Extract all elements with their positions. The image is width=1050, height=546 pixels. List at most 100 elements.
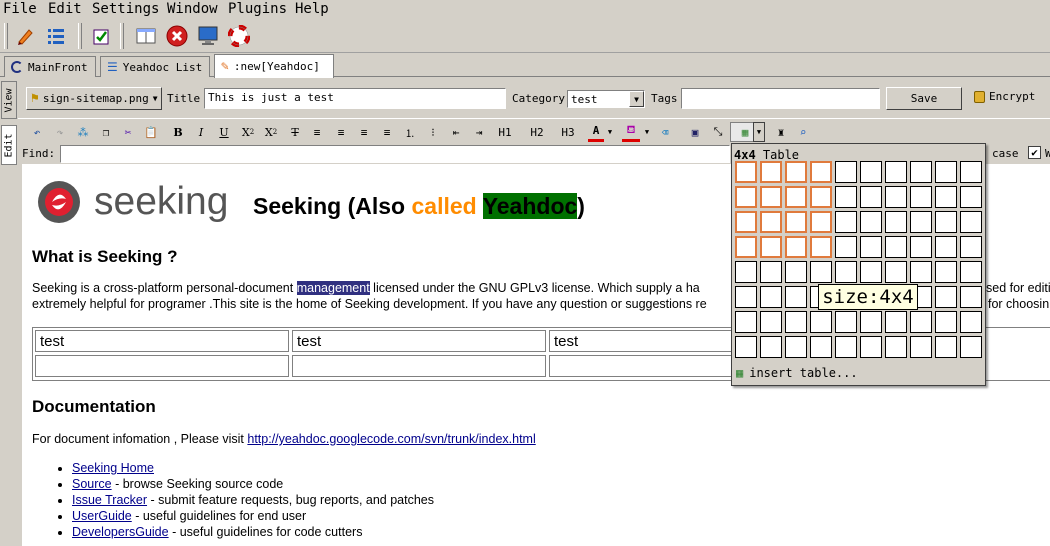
table-grid-cell[interactable] xyxy=(935,211,957,233)
table-grid-cell[interactable] xyxy=(960,161,982,183)
menu-settings[interactable]: Settings xyxy=(92,1,159,17)
table-grid-cell[interactable] xyxy=(760,186,782,208)
lifebuoy-icon[interactable] xyxy=(226,23,252,49)
undo-icon[interactable]: ↶ xyxy=(28,122,46,142)
table-grid-cell[interactable] xyxy=(885,161,907,183)
table-grid-cell[interactable] xyxy=(760,211,782,233)
table-grid-cell[interactable] xyxy=(935,186,957,208)
stop-icon[interactable] xyxy=(164,23,190,49)
table-grid-cell[interactable] xyxy=(810,336,832,358)
table-grid-cell[interactable] xyxy=(910,211,932,233)
tags-input[interactable] xyxy=(681,88,880,109)
list-link[interactable]: UserGuide xyxy=(72,509,132,523)
table-grid-cell[interactable] xyxy=(735,211,757,233)
table-cell[interactable]: test xyxy=(35,330,289,352)
table-grid-cell[interactable] xyxy=(860,211,882,233)
table-grid-cell[interactable] xyxy=(785,161,807,183)
table-grid-cell[interactable] xyxy=(735,286,757,308)
align-right-icon[interactable]: ≡ xyxy=(380,122,394,142)
table-grid-cell[interactable] xyxy=(885,261,907,283)
checklist-icon[interactable] xyxy=(88,23,114,49)
table-grid-cell[interactable] xyxy=(760,336,782,358)
table-grid-cell[interactable] xyxy=(835,186,857,208)
outdent-icon[interactable]: ⇤ xyxy=(448,122,464,142)
table-grid-cell[interactable] xyxy=(810,236,832,258)
table-cell[interactable]: test xyxy=(292,330,546,352)
menu-plugins[interactable]: Plugins xyxy=(228,1,287,17)
table-grid-cell[interactable] xyxy=(735,186,757,208)
list-link[interactable]: Issue Tracker xyxy=(72,493,147,507)
category-select[interactable]: test ▼ xyxy=(567,90,645,108)
h3-button[interactable]: H3 xyxy=(559,122,577,142)
menu-window[interactable]: Window xyxy=(167,1,218,17)
documentation-link[interactable]: http://yeahdoc.googlecode.com/svn/trunk/… xyxy=(247,432,535,446)
table-grid-cell[interactable] xyxy=(835,261,857,283)
menu-file[interactable]: File xyxy=(3,1,37,17)
table-grid-cell[interactable] xyxy=(910,161,932,183)
table-grid-cell[interactable] xyxy=(960,336,982,358)
template-dropdown-button[interactable]: ⚑ sign-sitemap.png ▼ xyxy=(26,87,162,110)
table-grid-cell[interactable] xyxy=(735,311,757,333)
list-link[interactable]: Seeking Home xyxy=(72,461,154,475)
table-grid-cell[interactable] xyxy=(935,236,957,258)
table-grid-cell[interactable] xyxy=(960,311,982,333)
table-grid-cell[interactable] xyxy=(860,161,882,183)
fullscreen-icon[interactable]: ⤡ xyxy=(709,122,727,142)
tree-icon[interactable]: ⁂ xyxy=(74,122,92,142)
table-grid-cell[interactable] xyxy=(835,211,857,233)
table-grid-cell[interactable] xyxy=(935,286,957,308)
copy-icon[interactable]: ❐ xyxy=(98,122,114,142)
table-grid-cell[interactable] xyxy=(885,211,907,233)
table-grid-cell[interactable] xyxy=(810,186,832,208)
table-grid-cell[interactable] xyxy=(860,311,882,333)
toolbar-grip[interactable] xyxy=(120,23,124,49)
table-grid-cell[interactable] xyxy=(785,261,807,283)
table-grid-cell[interactable] xyxy=(835,236,857,258)
format-painter-icon[interactable]: ♜ xyxy=(772,122,790,142)
font-color-icon[interactable]: A xyxy=(588,122,604,142)
pencil-icon[interactable] xyxy=(12,23,38,49)
align-center-icon[interactable]: ≡ xyxy=(357,122,371,142)
table-grid-cell[interactable] xyxy=(760,261,782,283)
table-grid-cell[interactable] xyxy=(885,186,907,208)
table-grid-cell[interactable] xyxy=(735,261,757,283)
underline-button[interactable]: U xyxy=(217,122,231,142)
eraser-icon[interactable]: ⌫ xyxy=(656,122,674,142)
redo-icon[interactable]: ↷ xyxy=(51,122,69,142)
table-grid-cell[interactable] xyxy=(785,236,807,258)
h2-button[interactable]: H2 xyxy=(528,122,546,142)
chevron-down-icon[interactable]: ▼ xyxy=(642,122,652,142)
table-grid-cell[interactable] xyxy=(935,311,957,333)
insert-table-link[interactable]: ▦ insert table... xyxy=(736,366,858,380)
list-link[interactable]: DevelopersGuide xyxy=(72,525,169,539)
strikethrough-icon[interactable]: T xyxy=(288,122,302,142)
chevron-down-icon[interactable]: ▼ xyxy=(753,122,765,142)
table-cell[interactable] xyxy=(35,355,289,377)
table-grid-cell[interactable] xyxy=(885,236,907,258)
save-button[interactable]: Save xyxy=(886,87,962,110)
toolbar-grip[interactable] xyxy=(4,23,8,49)
align-left-icon[interactable]: ≡ xyxy=(334,122,348,142)
list-icon[interactable] xyxy=(43,23,69,49)
fill-color-icon[interactable]: ⛾ xyxy=(622,122,640,142)
table-size-grid[interactable] xyxy=(735,161,985,361)
bold-button[interactable]: B xyxy=(171,122,185,142)
chevron-down-icon[interactable]: ▼ xyxy=(629,91,644,107)
table-grid-cell[interactable] xyxy=(785,211,807,233)
paste-icon[interactable]: 📋 xyxy=(142,122,160,142)
chevron-down-icon[interactable]: ▼ xyxy=(605,122,615,142)
indent-icon[interactable]: ⇥ xyxy=(471,122,487,142)
encrypt-toggle[interactable]: Encrypt xyxy=(974,90,1035,103)
table-grid-cell[interactable] xyxy=(835,161,857,183)
table-grid-cell[interactable] xyxy=(960,186,982,208)
table-grid-cell[interactable] xyxy=(810,211,832,233)
table-grid-cell[interactable] xyxy=(910,311,932,333)
superscript-button[interactable]: X2 xyxy=(263,122,279,142)
side-tab-edit[interactable]: Edit xyxy=(1,125,17,165)
table-grid-cell[interactable] xyxy=(910,336,932,358)
table-grid-cell[interactable] xyxy=(885,311,907,333)
table-grid-cell[interactable] xyxy=(860,186,882,208)
table-grid-cell[interactable] xyxy=(810,261,832,283)
image-icon[interactable]: ▣ xyxy=(686,122,704,142)
table-grid-cell[interactable] xyxy=(860,261,882,283)
